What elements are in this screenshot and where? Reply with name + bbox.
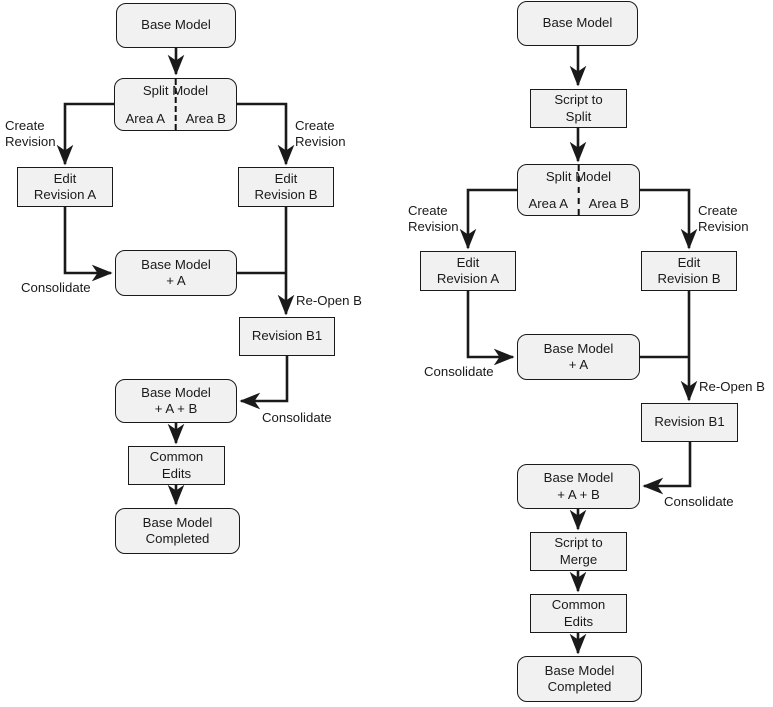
left-node-base-model-completed[interactable]: Base Model Completed (115, 508, 240, 554)
left-node-edit-revision-a-line1: Edit (53, 170, 77, 186)
right-node-edit-revision-a-line2: Revision A (436, 271, 500, 286)
edge-revb1-to-baseab-left (239, 356, 289, 410)
right-node-split-model[interactable]: Split Model Area A Area B (517, 164, 640, 216)
left-node-edit-revision-b-line1: Edit (274, 170, 298, 186)
right-node-base-model-completed-line1: Base Model (544, 662, 615, 678)
edge-edita-to-basea-right (466, 290, 515, 366)
edge-revb1-to-baseab-right (642, 441, 692, 495)
right-node-base-model-plus-a-plus-b-line1: Base Model (543, 470, 614, 486)
left-label-consolidate-a: Consolidate (21, 280, 91, 295)
left-node-base-model[interactable]: Base Model (116, 3, 236, 48)
left-node-base-model-plus-a-line1: Base Model (141, 256, 211, 272)
left-node-base-model-plus-a-plus-b[interactable]: Base Model + A + B (115, 379, 237, 423)
right-node-split-model-title: Split Model (545, 169, 612, 184)
left-node-base-model-completed-line1: Base Model (142, 514, 213, 530)
edge-edita-to-basea-left (63, 206, 113, 282)
right-node-base-model-plus-a-line2: + A (568, 357, 589, 372)
left-node-revision-b1-label: Revision B1 (251, 328, 323, 344)
edge-split-to-edita-left (56, 102, 114, 166)
left-node-split-area-b: Area B (185, 111, 226, 126)
right-node-base-model[interactable]: Base Model (517, 1, 638, 46)
right-label-reopen-b: Re-Open B (699, 379, 765, 394)
right-node-script-to-merge-line1: Script to (554, 535, 603, 551)
left-label-create-revision-b: Create Revision (295, 118, 346, 149)
right-node-base-model-label: Base Model (542, 15, 613, 31)
left-node-common-edits[interactable]: Common Edits (128, 446, 225, 485)
edge-split-to-editb-right (640, 188, 698, 250)
right-node-common-edits-line2: Edits (563, 613, 594, 629)
right-node-script-to-split-line2: Split (565, 108, 592, 124)
left-node-split-model[interactable]: Split Model Area A Area B (114, 78, 237, 131)
right-node-edit-revision-a-line1: Edit (456, 254, 480, 270)
right-node-base-model-plus-a-line1: Base Model (543, 340, 614, 356)
left-node-common-edits-line1: Common (149, 449, 204, 465)
right-node-common-edits-line1: Common (551, 597, 606, 613)
flowchart-canvas: Base Model Split Model Area A Area B Edi… (0, 0, 773, 707)
edge-split-to-edita-right (459, 188, 517, 250)
right-node-split-area-a: Area A (528, 196, 569, 211)
left-node-edit-revision-a[interactable]: Edit Revision A (17, 167, 113, 207)
left-node-split-area-a: Area A (125, 111, 166, 126)
right-node-base-model-plus-a-plus-b-line2: + A + B (557, 486, 600, 502)
right-node-edit-revision-a[interactable]: Edit Revision A (420, 251, 516, 291)
right-node-split-areas: Area A Area B (518, 196, 639, 211)
left-node-base-model-label: Base Model (141, 17, 211, 33)
right-node-common-edits[interactable]: Common Edits (530, 594, 627, 633)
right-node-edit-revision-b-line1: Edit (677, 254, 701, 270)
right-label-consolidate-b: Consolidate (664, 494, 734, 509)
left-node-base-model-plus-a[interactable]: Base Model + A (115, 250, 237, 296)
right-label-consolidate-a: Consolidate (424, 364, 494, 379)
right-node-base-model-plus-a[interactable]: Base Model + A (517, 334, 640, 380)
left-label-create-revision-a: Create Revision (5, 118, 56, 149)
right-node-revision-b1[interactable]: Revision B1 (641, 403, 738, 442)
left-node-edit-revision-a-line2: Revision A (33, 187, 97, 202)
left-label-consolidate-b: Consolidate (262, 410, 332, 425)
left-node-edit-revision-b[interactable]: Edit Revision B (238, 167, 334, 207)
right-node-script-to-merge-line2: Merge (559, 551, 598, 567)
left-label-reopen-b: Re-Open B (296, 293, 362, 308)
left-node-base-model-plus-a-plus-b-line1: Base Model (141, 384, 211, 400)
left-node-base-model-plus-a-line2: + A (166, 273, 186, 288)
right-node-revision-b1-label: Revision B1 (654, 414, 725, 430)
right-node-edit-revision-b[interactable]: Edit Revision B (641, 251, 737, 291)
left-node-revision-b1[interactable]: Revision B1 (239, 317, 335, 356)
left-node-common-edits-line2: Edits (161, 465, 192, 481)
left-node-split-areas: Area A Area B (115, 111, 236, 126)
edge-split-to-editb-left (237, 102, 295, 166)
right-node-base-model-plus-a-plus-b[interactable]: Base Model + A + B (517, 464, 640, 509)
right-label-create-revision-b: Create Revision (698, 203, 749, 234)
left-node-base-model-plus-a-plus-b-line2: + A + B (154, 401, 198, 416)
right-node-script-to-split[interactable]: Script to Split (530, 89, 627, 128)
right-node-edit-revision-b-line2: Revision B (657, 271, 721, 286)
left-node-base-model-completed-line2: Completed (145, 531, 210, 546)
right-label-create-revision-a: Create Revision (408, 203, 459, 234)
right-node-base-model-completed-line2: Completed (547, 679, 612, 694)
right-node-split-area-b: Area B (588, 196, 629, 211)
right-node-script-to-merge[interactable]: Script to Merge (530, 532, 627, 571)
right-node-script-to-split-line1: Script to (554, 92, 603, 108)
left-node-edit-revision-b-line2: Revision B (254, 187, 318, 202)
left-node-split-model-title: Split Model (142, 83, 209, 98)
right-node-base-model-completed[interactable]: Base Model Completed (517, 656, 642, 702)
